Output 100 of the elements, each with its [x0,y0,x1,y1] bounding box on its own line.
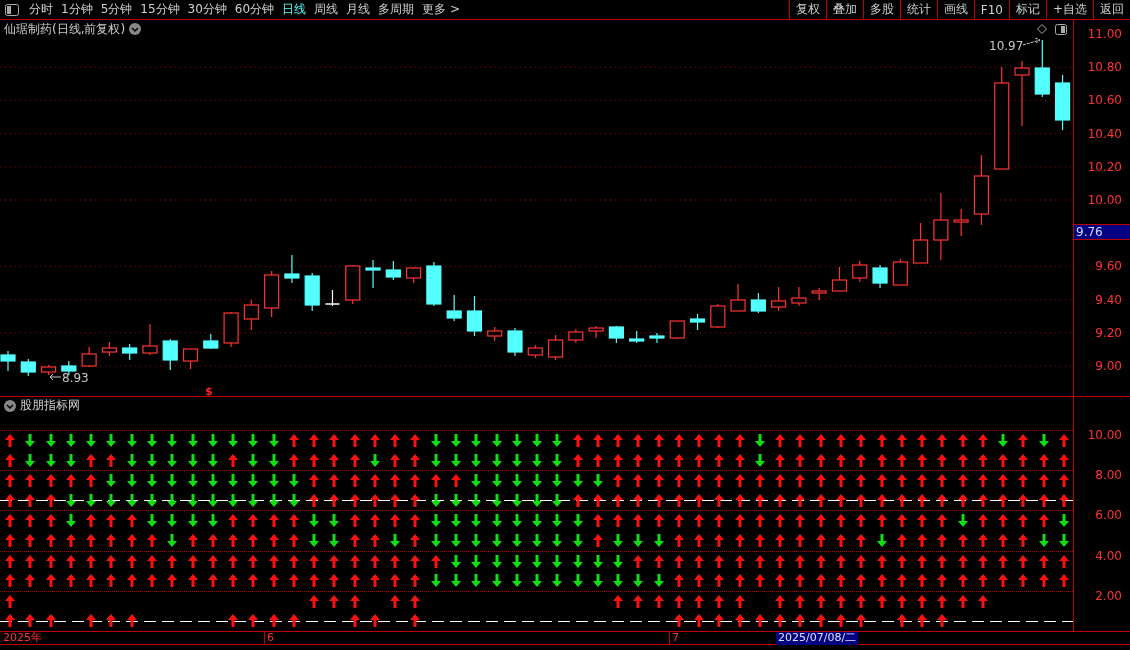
toolbar-button[interactable]: 画线 [936,0,974,19]
period-tab[interactable]: 多周期 [374,1,419,18]
toolbar-button[interactable]: 统计 [899,0,937,19]
up-arrow-icon [957,534,968,547]
chevron-down-icon[interactable] [129,23,142,35]
period-tab[interactable]: 日线 [278,1,311,18]
up-arrow-icon [714,493,725,507]
period-tab[interactable]: 60分钟 [230,1,279,18]
up-arrow-icon [633,434,644,448]
down-arrow-icon [86,434,97,448]
toolbar-button[interactable]: 多股 [862,0,900,19]
up-arrow-icon [917,614,928,628]
period-tab[interactable]: 5分钟 [96,1,137,18]
up-arrow-icon [694,594,705,608]
panel-toggle-icon[interactable] [1055,23,1067,35]
up-arrow-icon [268,514,279,528]
up-arrow-icon [1038,474,1049,488]
up-arrow-icon [673,434,684,448]
up-arrow-icon [856,594,867,608]
panel-toggle-icon[interactable] [5,3,19,16]
toolbar-button[interactable]: +自选 [1045,0,1093,19]
toolbar-button[interactable]: 复权 [788,0,826,19]
up-arrow-icon [410,453,421,467]
up-arrow-icon [754,574,765,588]
period-tab[interactable]: 1分钟 [57,1,97,18]
stock-title: 仙琚制药(日线,前复权) [4,20,126,38]
up-arrow-icon [633,514,644,528]
up-arrow-icon [896,614,907,628]
toolbar-button[interactable]: 标记 [1008,0,1046,19]
up-arrow-icon [369,514,380,528]
up-arrow-icon [187,534,198,547]
candle [831,266,848,292]
up-arrow-icon [5,534,16,547]
up-arrow-icon [653,493,664,507]
chevron-down-icon[interactable] [4,399,16,412]
up-arrow-icon [815,493,826,507]
up-arrow-icon [349,474,360,488]
up-arrow-icon [754,514,765,528]
down-arrow-icon [491,474,502,488]
period-tab[interactable]: 分时 [25,1,57,18]
up-arrow-icon [207,534,218,547]
up-arrow-icon [836,554,846,568]
up-arrow-icon [349,554,360,568]
up-arrow-icon [390,514,401,528]
axis-label: 10.00 [1087,193,1122,207]
up-arrow-icon [673,574,684,588]
price-label: 8.93 [62,371,89,385]
up-arrow-icon [754,554,765,568]
up-arrow-icon [694,474,705,488]
up-arrow-icon [795,554,806,568]
toolbar-button[interactable]: F10 [973,0,1009,19]
up-arrow-icon [349,574,360,588]
axis-label: 6.00 [1095,508,1122,523]
toolbar-button[interactable]: 叠加 [825,0,863,19]
down-arrow-icon [167,434,178,448]
up-arrow-icon [309,554,320,568]
up-arrow-icon [836,574,846,588]
up-arrow-icon [815,534,826,547]
up-arrow-icon [876,574,887,588]
up-arrow-icon [836,474,846,488]
up-arrow-icon [86,534,97,547]
down-arrow-icon [25,453,36,467]
candle [811,287,827,301]
period-tab[interactable]: 月线 [342,1,375,18]
down-arrow-icon [430,514,441,528]
down-arrow-icon [390,534,401,547]
up-arrow-icon [694,514,705,528]
diamond-icon[interactable] [1037,24,1047,34]
up-arrow-icon [977,554,988,568]
up-arrow-icon [228,614,239,628]
up-arrow-icon [248,534,259,547]
up-arrow-icon [369,554,380,568]
period-tab[interactable]: 更多 > [418,1,464,18]
up-arrow-icon [86,554,97,568]
toolbar-button[interactable]: 返回 [1093,0,1130,19]
up-arrow-icon [977,594,988,608]
up-arrow-icon [896,574,907,588]
down-arrow-icon [532,554,543,568]
up-arrow-icon [673,614,684,628]
down-arrow-icon [329,534,340,547]
up-arrow-icon [734,493,745,507]
period-tab[interactable]: 15分钟 [136,1,184,18]
up-arrow-icon [86,453,97,467]
up-arrow-icon [876,453,887,467]
up-arrow-icon [86,474,97,488]
down-arrow-icon [491,534,502,547]
up-arrow-icon [775,594,786,608]
up-arrow-icon [5,594,16,608]
up-arrow-icon [147,574,157,588]
period-tab[interactable]: 周线 [310,1,343,18]
candle [547,334,564,361]
up-arrow-icon [248,574,259,588]
up-arrow-icon [248,614,259,628]
down-arrow-icon [167,493,178,507]
down-arrow-icon [532,474,543,488]
up-arrow-icon [329,574,340,588]
up-arrow-icon [896,594,907,608]
period-tab[interactable]: 30分钟 [183,1,231,18]
up-arrow-icon [45,614,56,628]
down-arrow-icon [187,453,198,467]
